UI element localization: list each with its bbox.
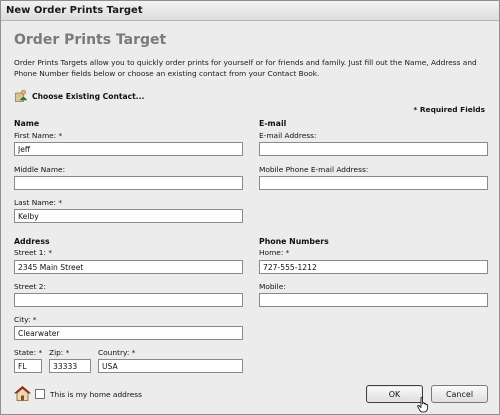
mobile-phone-label: Mobile: [259, 282, 286, 291]
street2-field[interactable] [14, 293, 243, 307]
page-title: Order Prints Target [14, 32, 167, 48]
zip-field[interactable] [49, 359, 91, 373]
contact-book-icon [15, 89, 28, 104]
first-name-field[interactable] [14, 142, 243, 156]
last-name-label: Last Name: * [14, 198, 63, 207]
country-field[interactable] [98, 359, 243, 373]
street1-label: Street 1: * [14, 248, 53, 257]
home-address-checkbox-label: This is my home address [50, 390, 142, 399]
email-section-title: E-mail [259, 119, 287, 128]
middle-name-field[interactable] [14, 176, 243, 190]
dialog-window: New Order Prints Target Order Prints Tar… [0, 0, 500, 415]
street2-label: Street 2: [14, 282, 46, 291]
country-label: Country: * [98, 348, 136, 357]
choose-existing-contact-label: Choose Existing Contact... [32, 91, 145, 101]
state-field[interactable] [14, 359, 42, 373]
intro-text: Order Prints Targets allow you to quickl… [14, 58, 477, 78]
home-icon [13, 385, 32, 402]
home-phone-field[interactable] [259, 260, 488, 274]
window-title: New Order Prints Target [6, 5, 143, 16]
zip-label: Zip: * [49, 348, 70, 357]
state-label: State: * [14, 348, 43, 357]
choose-existing-contact-link[interactable]: Choose Existing Contact... [15, 89, 144, 103]
home-address-checkbox[interactable] [35, 389, 45, 399]
mobile-phone-field[interactable] [259, 293, 488, 307]
last-name-field[interactable] [14, 209, 243, 223]
mobile-email-label: Mobile Phone E-mail Address: [259, 165, 369, 174]
email-address-field[interactable] [259, 142, 488, 156]
street1-field[interactable] [14, 260, 243, 274]
ok-button[interactable]: OK [366, 385, 423, 403]
email-address-label: E-mail Address: [259, 131, 317, 140]
home-phone-label: Home: * [259, 248, 290, 257]
address-section-title: Address [14, 237, 50, 246]
name-section-title: Name [14, 119, 40, 128]
phone-section-title: Phone Numbers [259, 237, 329, 246]
mobile-email-field[interactable] [259, 176, 488, 190]
city-label: City: * [14, 315, 37, 324]
title-bar: New Order Prints Target [1, 1, 499, 21]
required-fields-note: * Required Fields [413, 105, 485, 114]
hand-cursor-icon [417, 397, 430, 413]
cancel-button[interactable]: Cancel [431, 385, 488, 403]
first-name-label: First Name: * [14, 131, 63, 140]
city-field[interactable] [14, 326, 243, 340]
middle-name-label: Middle Name: [14, 165, 66, 174]
